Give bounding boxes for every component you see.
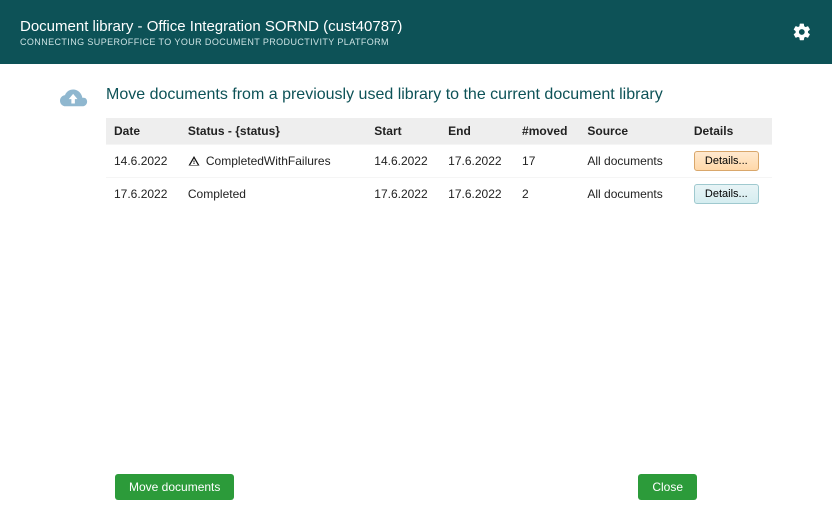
cell-date: 17.6.2022 bbox=[106, 178, 180, 211]
col-header-source: Source bbox=[579, 118, 686, 145]
app-header: Document library - Office Integration SO… bbox=[0, 0, 832, 64]
move-documents-button[interactable]: Move documents bbox=[115, 474, 234, 500]
warning-icon bbox=[188, 155, 200, 167]
cloud-upload-icon bbox=[60, 88, 88, 112]
cell-source: All documents bbox=[579, 145, 686, 178]
page-subtitle: CONNECTING SUPEROFFICE TO YOUR DOCUMENT … bbox=[20, 37, 402, 47]
status-text: Completed bbox=[188, 187, 246, 201]
status-text: CompletedWithFailures bbox=[206, 154, 331, 168]
table-header-row: Date Status - {status} Start End #moved … bbox=[106, 118, 772, 145]
col-header-date: Date bbox=[106, 118, 180, 145]
col-header-details: Details bbox=[686, 118, 772, 145]
cell-start: 14.6.2022 bbox=[366, 145, 440, 178]
footer-actions: Move documents Close bbox=[115, 474, 697, 500]
header-text-block: Document library - Office Integration SO… bbox=[20, 18, 402, 47]
cell-status: Completed bbox=[180, 178, 366, 211]
cell-start: 17.6.2022 bbox=[366, 178, 440, 211]
details-button[interactable]: Details... bbox=[694, 184, 759, 204]
cell-status: CompletedWithFailures bbox=[180, 145, 366, 178]
col-header-end: End bbox=[440, 118, 514, 145]
table-body: 14.6.2022CompletedWithFailures14.6.20221… bbox=[106, 145, 772, 211]
table-row: 17.6.2022Completed17.6.202217.6.20222All… bbox=[106, 178, 772, 211]
section-title: Move documents from a previously used li… bbox=[106, 86, 772, 104]
col-header-start: Start bbox=[366, 118, 440, 145]
table-row: 14.6.2022CompletedWithFailures14.6.20221… bbox=[106, 145, 772, 178]
col-header-status: Status - {status} bbox=[180, 118, 366, 145]
details-button[interactable]: Details... bbox=[694, 151, 759, 171]
cell-date: 14.6.2022 bbox=[106, 145, 180, 178]
cell-end: 17.6.2022 bbox=[440, 145, 514, 178]
close-button[interactable]: Close bbox=[638, 474, 697, 500]
cell-moved: 2 bbox=[514, 178, 579, 211]
cell-details: Details... bbox=[686, 178, 772, 211]
cell-details: Details... bbox=[686, 145, 772, 178]
main-body: Move documents from a previously used li… bbox=[0, 64, 832, 210]
cell-moved: 17 bbox=[514, 145, 579, 178]
main-content: Move documents from a previously used li… bbox=[106, 86, 772, 210]
gear-icon[interactable] bbox=[792, 22, 812, 42]
cell-end: 17.6.2022 bbox=[440, 178, 514, 211]
documents-table: Date Status - {status} Start End #moved … bbox=[106, 118, 772, 210]
page-title: Document library - Office Integration SO… bbox=[20, 18, 402, 35]
cell-source: All documents bbox=[579, 178, 686, 211]
col-header-moved: #moved bbox=[514, 118, 579, 145]
